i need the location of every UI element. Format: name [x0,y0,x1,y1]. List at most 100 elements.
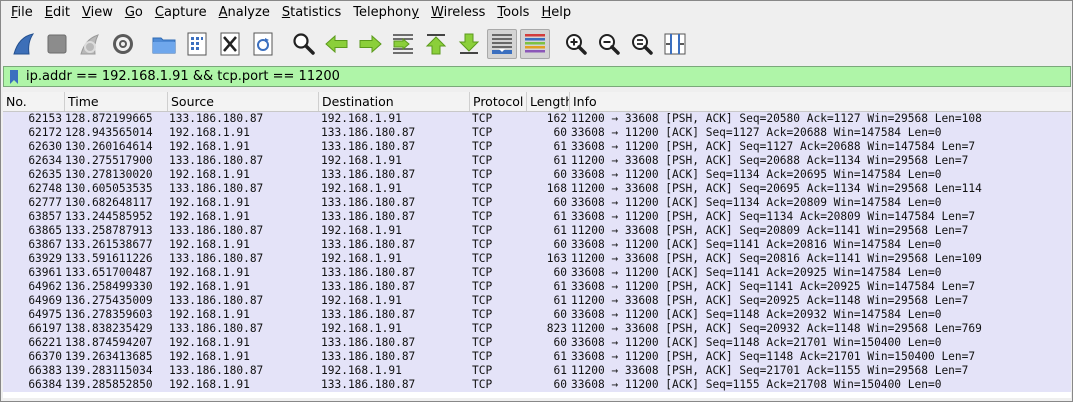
cell-no: 64962 [28,280,62,293]
cell-destination: 133.186.180.87 [321,266,416,279]
go-to-packet-icon[interactable] [388,29,418,59]
cell-source: 192.168.1.91 [169,280,250,293]
table-row[interactable]: 66221 138.874594207 192.168.1.91 133.186.18… [3,336,1071,350]
cell-protocol: TCP [472,154,493,167]
table-row[interactable]: 63961 133.651700487 192.168.1.91 133.186.18… [3,266,1071,280]
column-header-destination[interactable]: Destination [319,92,470,111]
cell-length: 60 [553,238,567,251]
display-filter-input[interactable]: ip.addr == 192.168.1.91 && tcp.port == 1… [24,69,340,84]
menu-telephony[interactable]: Telephony [347,1,425,25]
zoom-out-icon[interactable] [594,29,624,59]
display-filter-bar[interactable]: ip.addr == 192.168.1.91 && tcp.port == 1… [3,66,1071,87]
cell-no: 66384 [28,378,62,391]
go-back-icon[interactable] [322,29,352,59]
autoscroll-icon[interactable] [487,29,517,59]
stop-capture-icon[interactable] [42,29,72,59]
cell-protocol: TCP [472,140,493,153]
reload-file-icon[interactable] [248,29,278,59]
cell-destination: 133.186.180.87 [321,210,416,223]
menu-wireless[interactable]: Wireless [425,1,491,25]
cell-time: 138.874594207 [65,336,153,349]
column-header-protocol[interactable]: Protocol [470,92,527,111]
capture-options-gear-icon[interactable] [108,29,138,59]
column-header-source[interactable]: Source [168,92,319,111]
table-row[interactable]: 62777 130.682648117 192.168.1.91 133.186.18… [3,196,1071,210]
table-row[interactable]: 62748 130.605053535 133.186.180.87 192.168.… [3,182,1071,196]
table-row[interactable]: 63867 133.261538677 192.168.1.91 133.186.18… [3,238,1071,252]
filter-bookmark-icon[interactable] [4,67,24,86]
table-row[interactable]: 62634 130.275517900 133.186.180.87 192.168.… [3,154,1071,168]
cell-time: 130.260164614 [65,140,153,153]
table-row[interactable]: 63929 133.591611226 133.186.180.87 192.168.… [3,252,1071,266]
column-header-no[interactable]: No. [3,92,65,111]
menu-go[interactable]: Go [119,1,149,25]
table-row[interactable]: 63857 133.244585952 192.168.1.91 133.186.18… [3,210,1071,224]
cell-no: 63857 [28,210,62,223]
cell-no: 64975 [28,308,62,321]
cell-destination: 133.186.180.87 [321,350,416,363]
menu-view[interactable]: View [76,1,119,25]
table-row[interactable]: 62172 128.943565014 192.168.1.91 133.186.18… [3,126,1071,140]
cell-info: 11200 → 33608 [PSH, ACK] Seq=20816 Ack=1… [571,252,982,265]
open-folder-icon[interactable] [149,29,179,59]
cell-destination: 192.168.1.91 [321,252,402,265]
table-row[interactable]: 66383 139.283115034 133.186.180.87 192.168.… [3,364,1071,378]
colorize-icon[interactable] [520,29,550,59]
cell-no: 62634 [28,154,62,167]
cell-source: 192.168.1.91 [169,126,250,139]
cell-protocol: TCP [472,364,493,377]
go-first-packet-icon[interactable] [421,29,451,59]
save-file-icon[interactable] [182,29,212,59]
zoom-normal-icon[interactable] [627,29,657,59]
zoom-in-icon[interactable] [561,29,591,59]
cell-source: 192.168.1.91 [169,168,250,181]
close-file-icon[interactable] [215,29,245,59]
cell-source: 192.168.1.91 [169,196,250,209]
table-row[interactable]: 64969 136.275435009 133.186.180.87 192.168.… [3,294,1071,308]
menu-statistics[interactable]: Statistics [276,1,347,25]
cell-destination: 133.186.180.87 [321,336,416,349]
cell-length: 60 [553,308,567,321]
menu-analyze[interactable]: Analyze [213,1,276,25]
column-header-length[interactable]: Length [527,92,570,111]
cell-no: 66197 [28,322,62,335]
cell-protocol: TCP [472,210,493,223]
cell-destination: 133.186.180.87 [321,196,416,209]
menu-tools[interactable]: Tools [491,1,535,25]
cell-length: 162 [546,112,567,125]
cell-info: 11200 → 33608 [PSH, ACK] Seq=20688 Ack=1… [571,154,969,167]
table-row[interactable]: 66370 139.263413685 192.168.1.91 133.186.18… [3,350,1071,364]
cell-time: 139.285852850 [65,378,153,391]
cell-protocol: TCP [472,196,493,209]
go-forward-icon[interactable] [355,29,385,59]
menu-bar: File Edit View Go Capture Analyze Statis… [1,1,1072,25]
column-header-info[interactable]: Info [570,92,1071,111]
table-row[interactable]: 63865 133.258787913 133.186.180.87 192.168.… [3,224,1071,238]
find-packet-icon[interactable] [289,29,319,59]
menu-edit[interactable]: Edit [39,1,76,25]
table-row[interactable]: 62635 130.278130020 192.168.1.91 133.186.18… [3,168,1071,182]
resize-columns-icon[interactable] [660,29,690,59]
toolbar-separator [141,29,149,59]
menu-file[interactable]: File [5,1,39,25]
shark-fin-start-icon[interactable] [9,29,39,59]
packet-list[interactable]: No. Time Source Destination Protocol Len… [3,92,1071,398]
cell-destination: 192.168.1.91 [321,294,402,307]
cell-time: 136.258499330 [65,280,153,293]
menu-help[interactable]: Help [535,1,577,25]
table-row[interactable]: 66384 139.285852850 192.168.1.91 133.186.18… [3,378,1071,392]
cell-time: 133.244585952 [65,210,153,223]
table-row[interactable]: 64975 136.278359603 192.168.1.91 133.186.18… [3,308,1071,322]
go-last-packet-icon[interactable] [454,29,484,59]
table-row[interactable]: 66197 138.838235429 133.186.180.87 192.168.… [3,322,1071,336]
restart-capture-icon[interactable] [75,29,105,59]
column-header-time[interactable]: Time [65,92,168,111]
cell-no: 62748 [28,182,62,195]
cell-time: 130.605053535 [65,182,153,195]
table-row[interactable]: 64962 136.258499330 192.168.1.91 133.186.18… [3,280,1071,294]
table-row[interactable]: 62153 128.872199665 133.186.180.87 192.168.… [3,112,1071,126]
table-row[interactable]: 62630 130.260164614 192.168.1.91 133.186.18… [3,140,1071,154]
toolbar-separator [281,29,289,59]
cell-time: 133.258787913 [65,224,153,237]
menu-capture[interactable]: Capture [149,1,213,25]
